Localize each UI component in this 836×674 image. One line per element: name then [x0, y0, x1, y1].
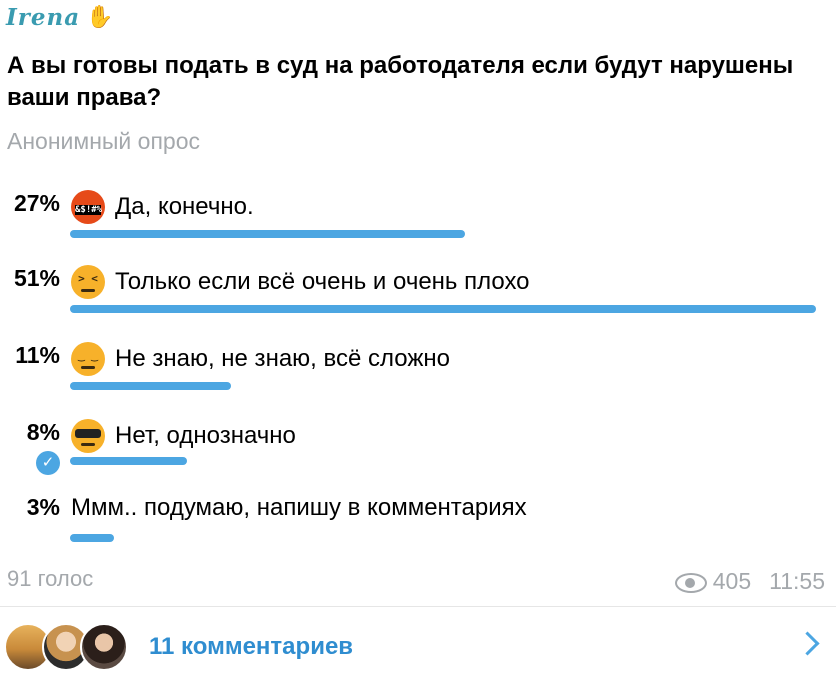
avatar — [80, 623, 128, 671]
option-result-bar — [70, 534, 114, 542]
option-result-bar — [70, 305, 816, 313]
poll-option-1[interactable]: 27% &$!#% Да, конечно. — [0, 190, 836, 260]
poll-option-5[interactable]: 3% Ммм.. подумаю, напишу в комментариях — [0, 494, 836, 564]
option-result-bar — [70, 382, 231, 390]
chevron-right-icon[interactable] — [795, 631, 820, 656]
comments-button[interactable]: 11 комментариев — [0, 607, 836, 674]
option-text: Нет, однозначно — [115, 422, 296, 449]
option-percent: 8% — [26, 419, 60, 445]
option-result-bar — [70, 457, 187, 465]
option-text: Только если всё очень и очень плохо — [115, 268, 530, 295]
poll-option-2[interactable]: 51% > < Только если всё очень и очень пл… — [0, 265, 836, 335]
option-percent: 51% — [13, 265, 60, 291]
option-percent: 3% — [26, 494, 60, 520]
option-percent: 27% — [13, 190, 60, 216]
option-text: Не знаю, не знаю, всё сложно — [115, 345, 451, 372]
option-label: Ммм.. подумаю, напишу в комментариях — [71, 494, 527, 522]
comments-label[interactable]: 11 комментариев — [149, 633, 353, 661]
message-meta: 405 11:55 — [674, 568, 825, 595]
persevering-face-icon: > < — [71, 265, 105, 299]
vote-count: 91 голос — [7, 566, 94, 591]
option-label: > < Только если всё очень и очень плохо — [71, 265, 530, 299]
option-label: ‿ ‿ Не знаю, не знаю, всё сложно — [71, 342, 450, 376]
waving-hand-icon: ✋ — [86, 4, 114, 29]
option-text: Да, конечно. — [115, 193, 254, 220]
author-name[interactable]: Irena — [6, 4, 80, 31]
option-result-bar — [70, 230, 465, 238]
option-label: &$!#% Да, конечно. — [71, 190, 254, 224]
poll-option-3[interactable]: 11% ‿ ‿ Не знаю, не знаю, всё сложно — [0, 342, 836, 412]
poll-question: А вы готовы подать в суд на работодателя… — [7, 52, 794, 111]
poll-option-4[interactable]: 8% Нет, однозначно ✓ — [0, 419, 836, 489]
commenter-avatars — [4, 623, 134, 671]
sunglasses-face-icon — [71, 419, 105, 453]
view-count: 405 — [712, 568, 752, 594]
check-icon: ✓ — [36, 451, 60, 475]
pensive-face-icon: ‿ ‿ — [71, 342, 105, 376]
swearing-face-icon: &$!#% — [71, 190, 105, 224]
eye-icon — [674, 572, 707, 593]
option-text: Ммм.. подумаю, напишу в комментариях — [71, 494, 527, 521]
author-header[interactable]: Irena ✋ — [6, 2, 114, 32]
message-time: 11:55 — [769, 568, 825, 594]
poll-type-label: Анонимный опрос — [7, 128, 200, 154]
option-label: Нет, однозначно — [71, 419, 296, 453]
option-percent: 11% — [15, 342, 60, 368]
